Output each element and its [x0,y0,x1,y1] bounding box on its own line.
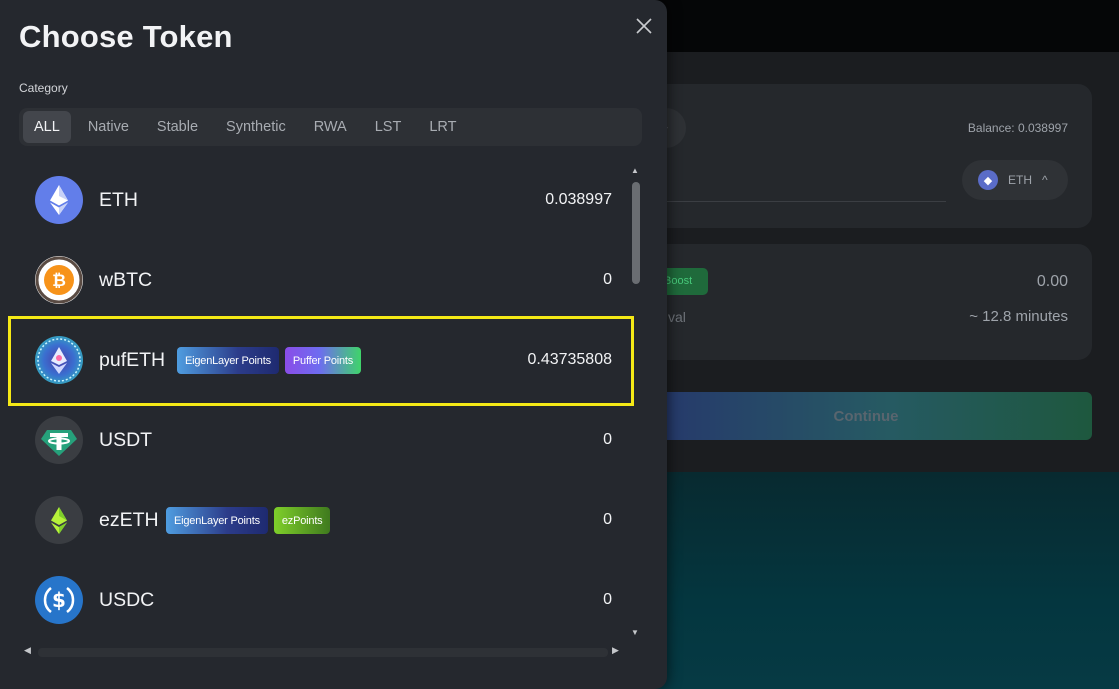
continue-button[interactable]: Continue [640,392,1092,440]
horizontal-scrollbar[interactable]: ◀ ▶ [24,645,624,659]
token-selector-button[interactable]: ◆ ETH ^ [962,160,1068,200]
amount-value: 0.00 [1036,273,1068,290]
scroll-up-arrow-icon[interactable]: ▲ [631,166,639,175]
close-icon [636,18,652,34]
category-tabs: ALL Native Stable Synthetic RWA LST LRT [19,108,642,146]
tab-lst[interactable]: LST [364,111,413,143]
token-selector-label: ETH [1008,173,1032,187]
scrollbar-thumb[interactable] [632,182,640,284]
horizontal-scroll-track[interactable] [38,648,608,657]
tether-icon [35,416,83,464]
tab-native[interactable]: Native [77,111,140,143]
balance-label: Balance: 0.038997 [967,121,1068,135]
token-row-eth[interactable]: ETH 0.038997 [0,160,628,240]
close-button[interactable] [632,14,656,38]
scroll-right-arrow-icon[interactable]: ▶ [612,645,619,656]
interval-label: val [668,309,686,325]
tab-all[interactable]: ALL [23,111,71,143]
bitcoin-icon: ₿ [35,256,83,304]
svg-text:₿: ₿ [52,271,66,291]
svg-text:$: $ [52,588,66,612]
token-balance: 0.43735808 [527,351,612,368]
token-row-usdc[interactable]: $ USDC 0 [0,560,628,640]
token-symbol: ezETH [99,509,159,531]
token-symbol: pufETH [99,349,166,371]
token-symbol: USDT [99,429,153,451]
badge-group: EigenLayer Points ezPoints [166,507,331,534]
scroll-down-arrow-icon[interactable]: ▼ [631,628,639,637]
ezeth-icon [35,496,83,544]
category-label: Category [19,81,68,95]
token-balance: 0 [603,431,612,448]
token-balance: 0 [603,511,612,528]
choose-token-modal: Choose Token Category ALL Native Stable … [0,0,667,689]
tab-lrt[interactable]: LRT [418,111,467,143]
tab-synthetic[interactable]: Synthetic [215,111,297,143]
token-row-wbtc[interactable]: ₿ wBTC 0 [0,240,628,320]
token-row-usdt[interactable]: USDT 0 [0,400,628,480]
eigenlayer-points-badge: EigenLayer Points [177,347,279,374]
background-gradient-area [620,472,1119,689]
token-row-pufeth[interactable]: pufETH EigenLayer Points Puffer Points 0… [0,320,628,400]
eth-icon: ◆ [978,170,998,190]
token-balance: 0 [603,591,612,608]
token-balance: 0 [603,271,612,288]
token-balance: 0.038997 [545,191,612,208]
pufeth-icon [35,336,83,384]
token-symbol: USDC [99,589,155,611]
badge-group: EigenLayer Points Puffer Points [177,347,362,374]
scroll-left-arrow-icon[interactable]: ◀ [24,645,31,656]
background-swap-card: ⌄ Balance: 0.038997 ◆ ETH ^ [640,84,1092,228]
token-symbol: wBTC [99,269,153,291]
ezpoints-badge: ezPoints [273,507,331,534]
amount-underline [640,201,946,202]
modal-title: Choose Token [19,19,233,54]
tab-rwa[interactable]: RWA [303,111,358,143]
token-symbol: ETH [99,189,138,211]
chevron-up-icon: ^ [1042,173,1048,187]
puffer-points-badge: Puffer Points [284,347,362,374]
background-info-card: Boost 0.00 val ~ 12.8 minutes [640,244,1092,360]
token-row-ezeth[interactable]: ezETH EigenLayer Points ezPoints 0 [0,480,628,560]
eigenlayer-points-badge: EigenLayer Points [166,507,268,534]
vertical-scrollbar[interactable]: ▲ ▼ [630,166,642,640]
tab-stable[interactable]: Stable [146,111,209,143]
usdc-icon: $ [35,576,83,624]
time-estimate: ~ 12.8 minutes [969,308,1068,325]
token-list: ETH 0.038997 ₿ wBTC 0 pufETH EigenLayer … [0,160,628,640]
eth-icon [35,176,83,224]
